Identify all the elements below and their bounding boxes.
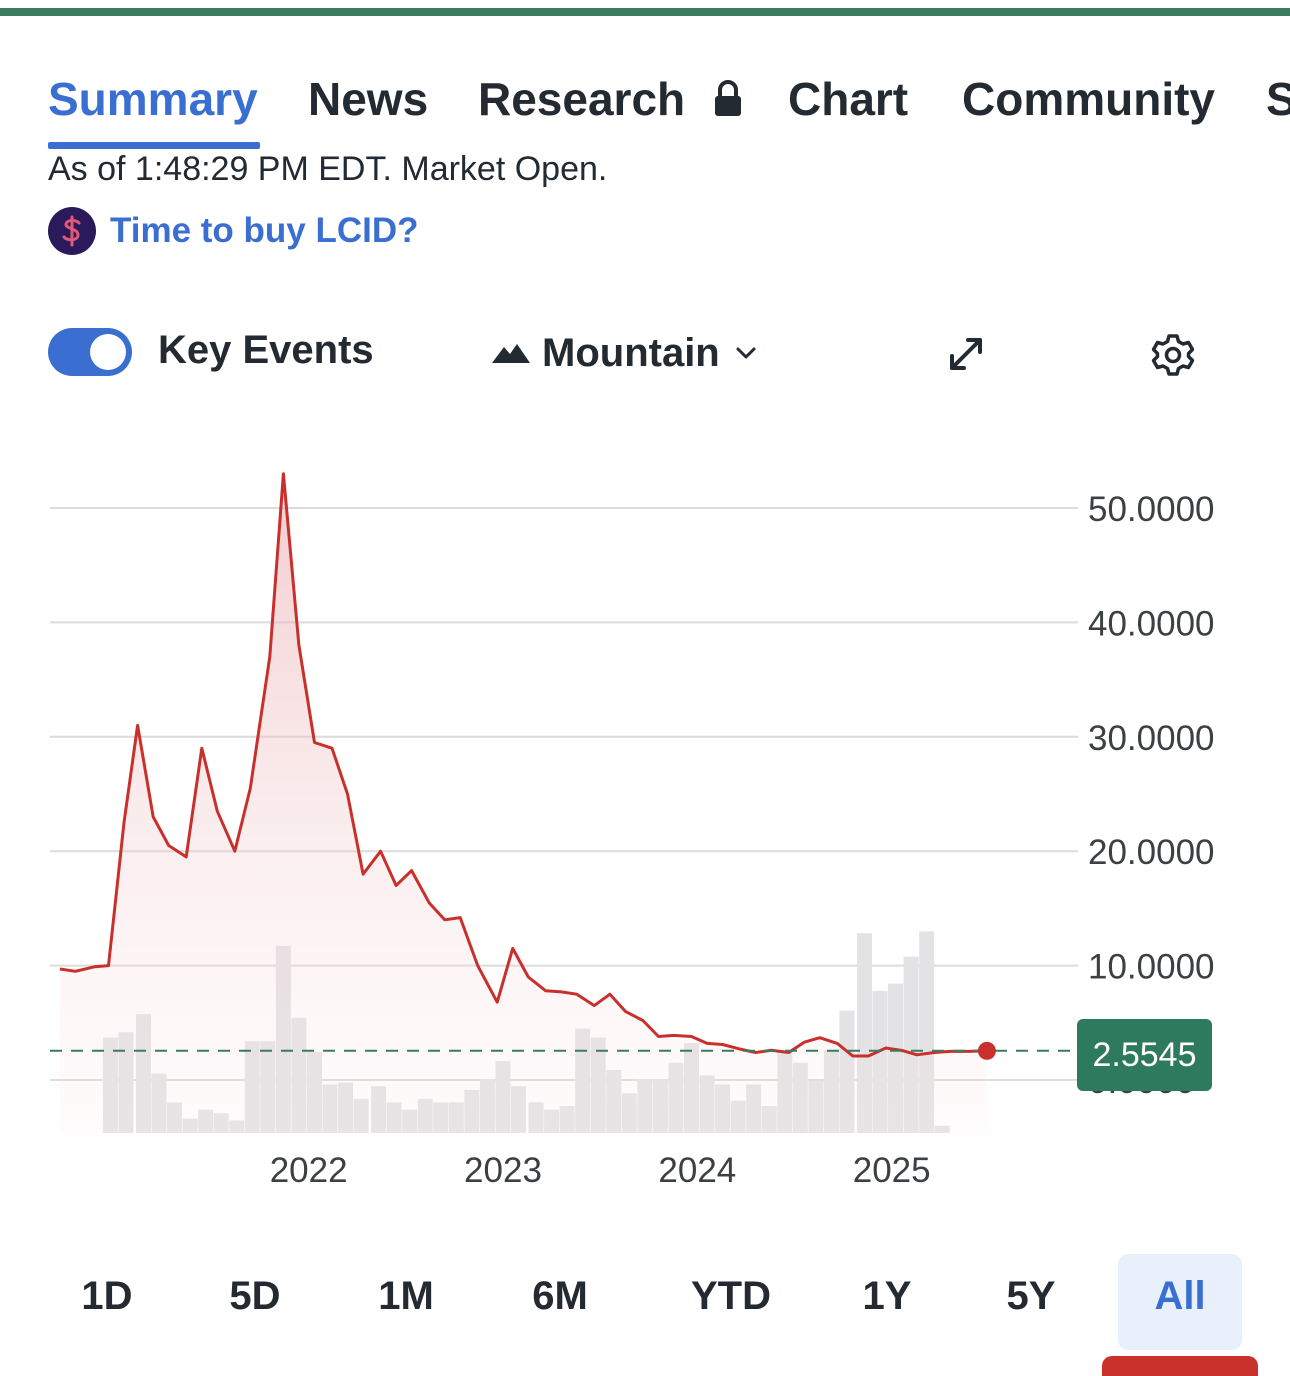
- chart-controls: Key Events Mountain: [0, 322, 1290, 386]
- x-tick-label: 2022: [270, 1151, 348, 1190]
- y-tick-label: 50.0000: [1088, 490, 1215, 529]
- expand-icon[interactable]: [944, 332, 988, 376]
- range-5d[interactable]: 5D: [210, 1274, 300, 1319]
- range-selector: 1D 5D 1M 6M YTD 1Y 5Y All: [0, 1250, 1290, 1376]
- current-price-label: 2.5545: [1092, 1035, 1197, 1074]
- x-tick-label: 2023: [464, 1151, 542, 1190]
- tab-summary[interactable]: Summary: [48, 72, 260, 149]
- tab-overflow[interactable]: S: [1266, 72, 1290, 126]
- tab-community[interactable]: Community: [962, 72, 1215, 126]
- chart-type-select[interactable]: Mountain: [492, 328, 766, 378]
- market-status-text: As of 1:48:29 PM EDT. Market Open.: [48, 150, 608, 188]
- chevron-down-icon: [736, 347, 756, 359]
- active-tab-underline: [48, 142, 260, 149]
- range-all[interactable]: All: [1130, 1274, 1230, 1319]
- range-1y[interactable]: 1Y: [842, 1274, 932, 1319]
- key-events-toggle[interactable]: [48, 328, 132, 376]
- price-chart-svg: 50.000040.000030.000020.000010.00000.000…: [50, 472, 1215, 1190]
- range-ytd[interactable]: YTD: [676, 1274, 786, 1319]
- range-1d[interactable]: 1D: [62, 1274, 152, 1319]
- mountain-icon: [492, 344, 530, 363]
- toggle-knob: [90, 334, 126, 370]
- current-price-badge: 2.5545: [1077, 1019, 1212, 1091]
- dollar-icon: [48, 207, 96, 255]
- tab-community-label: Community: [962, 73, 1215, 125]
- x-tick-label: 2025: [853, 1151, 931, 1190]
- tab-research[interactable]: Research: [478, 72, 744, 126]
- y-tick-label: 40.0000: [1088, 604, 1215, 643]
- tab-news[interactable]: News: [308, 72, 428, 126]
- price-chart[interactable]: 50.000040.000030.000020.000010.00000.000…: [0, 440, 1290, 1220]
- chart-type-label: Mountain: [542, 330, 720, 375]
- tab-summary-label: Summary: [48, 73, 258, 125]
- range-5y[interactable]: 5Y: [986, 1274, 1076, 1319]
- top-accent-bar: [0, 8, 1290, 16]
- gear-icon[interactable]: [1150, 332, 1196, 378]
- y-tick-label: 10.0000: [1088, 948, 1215, 987]
- bottom-red-tab: [1102, 1356, 1258, 1376]
- tab-chart[interactable]: Chart: [788, 72, 908, 126]
- tab-overflow-label: S: [1266, 73, 1290, 125]
- x-tick-label: 2024: [658, 1151, 736, 1190]
- key-events-label: Key Events: [158, 328, 374, 372]
- range-1m[interactable]: 1M: [358, 1274, 454, 1319]
- current-price-marker: [977, 1041, 996, 1060]
- tab-research-label: Research: [478, 73, 686, 125]
- range-6m[interactable]: 6M: [512, 1274, 608, 1319]
- y-tick-label: 30.0000: [1088, 719, 1215, 758]
- promo-text: Time to buy LCID?: [110, 211, 419, 250]
- lock-icon: [714, 79, 741, 116]
- tab-chart-label: Chart: [788, 73, 909, 125]
- promo-link[interactable]: Time to buy LCID?: [48, 206, 419, 256]
- tab-news-label: News: [308, 73, 429, 125]
- y-tick-label: 20.0000: [1088, 833, 1215, 872]
